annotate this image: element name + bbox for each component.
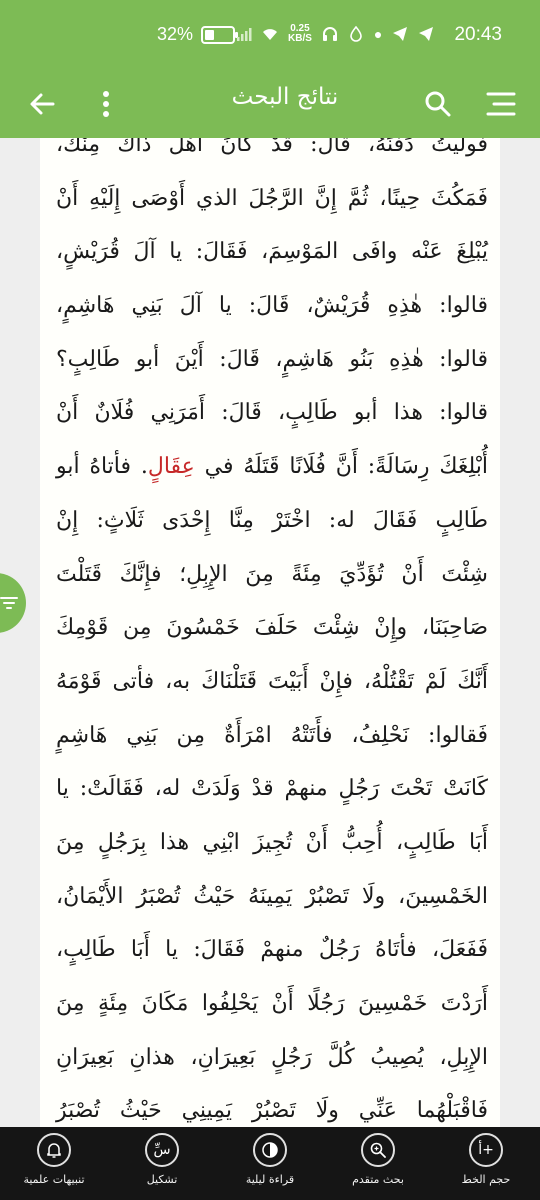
diacritics-label: تشكيل bbox=[146, 1173, 178, 1186]
advanced-search-icon bbox=[361, 1133, 395, 1167]
back-button[interactable] bbox=[20, 82, 64, 126]
search-result-text: فَوليتُ دَفْنَهُ، قَالَ: قَدْ كَانَ أَهْ… bbox=[40, 138, 500, 1128]
text-line: فَاقْبَلْهُما عَنِّي ولَا تَصْبُرْ يَمِي… bbox=[56, 1098, 488, 1124]
bottom-toolbar: تنبيهات علمية سِّ تشكيل قراءة ليلية بحث … bbox=[0, 1127, 540, 1200]
text-line: كَانَتْ تَحْتَ رَجُلٍ منهمْ قدْ وَلَدَتْ… bbox=[56, 776, 488, 802]
battery-percentage: 32% bbox=[157, 24, 194, 44]
text-line: قالوا: هٰذِهِ بَنُو هَاشِمٍ، قَالَ: أَيْ… bbox=[56, 346, 488, 372]
text-line: أُبْلِغَكَ رِسَالَةً: أَنَّ فُلَانًا قَت… bbox=[56, 440, 488, 494]
battery-status: 32% bbox=[157, 24, 239, 45]
drop-icon bbox=[350, 26, 362, 42]
network-speed: 0.25 KB/S bbox=[288, 24, 312, 44]
clock: 20:43 bbox=[454, 24, 502, 45]
font-size-button[interactable]: أ+ حجم الخط bbox=[432, 1127, 540, 1200]
filter-button[interactable] bbox=[0, 573, 26, 633]
bell-icon bbox=[37, 1133, 71, 1167]
text-line: أَبَا طَالِبٍ، أُحِبُّ أَنْ تُجِيزَ ابْن… bbox=[56, 829, 488, 855]
search-icon bbox=[425, 91, 451, 117]
signal-icon bbox=[237, 28, 252, 41]
telegram-icon bbox=[393, 27, 408, 41]
text-line: قالوا: هذا أبو طَالِبٍ، قَالَ: أَمَرَنِي… bbox=[56, 400, 488, 426]
search-button[interactable] bbox=[416, 82, 460, 126]
text-line: يُبْلِغَ عَنْه وافَى المَوْسِمَ، فَقَالَ… bbox=[56, 239, 488, 265]
text-line: أَرَدْتَ خَمْسِينَ رَجُلًا أَنْ يَحْلِفُ… bbox=[56, 991, 488, 1016]
status-bar: 32% 0.25 KB/S ● 20:43 bbox=[0, 0, 540, 70]
network-speed-unit: KB/S bbox=[288, 33, 312, 44]
menu-button[interactable] bbox=[478, 82, 522, 126]
text-segment: . فأتاهُ أبو bbox=[56, 454, 148, 480]
wifi-icon bbox=[263, 29, 277, 40]
text-line: فَمَكُثَ حِينًا، ثُمَّ إِنَّ الرَّجُلَ ا… bbox=[56, 185, 488, 211]
night-mode-button[interactable]: قراءة ليلية bbox=[216, 1127, 324, 1200]
battery-icon bbox=[201, 25, 239, 44]
text-line: فَوليتُ دَفْنَهُ، قَالَ: قَدْ كَانَ أَهْ… bbox=[56, 138, 488, 157]
page-title: نتائج البحث bbox=[231, 84, 339, 110]
advanced-search-button[interactable]: بحث متقدم bbox=[324, 1127, 432, 1200]
headphones-icon bbox=[322, 27, 337, 41]
notifications-label: تنبيهات علمية bbox=[23, 1173, 85, 1186]
text-line: فَقالوا: نَحْلِفُ، فأَتَتْهُ امْرَأَةٌ م… bbox=[56, 722, 488, 748]
text-segment: أُبْلِغَكَ رِسَالَةً: أَنَّ فُلَانًا قَت… bbox=[194, 454, 488, 480]
diacritics-button[interactable]: سِّ تشكيل bbox=[108, 1127, 216, 1200]
telegram-icon-2 bbox=[419, 27, 434, 41]
more-options-button[interactable] bbox=[84, 82, 128, 126]
text-lines: فَوليتُ دَفْنَهُ، قَالَ: قَدْ كَانَ أَهْ… bbox=[56, 138, 488, 1128]
app-bar: نتائج البحث bbox=[0, 70, 540, 138]
night-mode-label: قراءة ليلية bbox=[245, 1173, 295, 1186]
text-line: شِئْتَ أَنْ تُؤَدِّيَ مِئَةً مِنَ الإِبِ… bbox=[56, 561, 488, 587]
text-line: صَاحِبَنَا، وإِنْ شِئْتَ حَلَفَ خَمْسُون… bbox=[56, 615, 488, 641]
menu-icon bbox=[486, 92, 516, 116]
filter-icon bbox=[0, 597, 18, 609]
more-vert-icon bbox=[103, 91, 109, 117]
advanced-search-label: بحث متقدم bbox=[352, 1173, 404, 1186]
night-mode-icon bbox=[253, 1133, 287, 1167]
arrow-left-icon bbox=[30, 93, 55, 115]
font-size-label: حجم الخط bbox=[461, 1173, 511, 1186]
text-line: الخَمْسِينَ، ولَا تَصْبُرْ يَمِينَهُ حَي… bbox=[56, 883, 488, 909]
text-line: قالوا: هٰذِهِ قُرَيْشٌ، قَالَ: يا آلَ بَ… bbox=[56, 293, 488, 319]
text-line: أَنَّكَ لَمْ تَقْتُلْهُ، فإِنْ أَبَيْتَ … bbox=[56, 668, 488, 694]
text-line: فَفَعَلَ، فأتَاهُ رَجُلٌ منهمْ فَقَالَ: … bbox=[56, 937, 488, 963]
text-line: الإِبِلِ، يُصِيبُ كُلَّ رَجُلٍ بَعِيرَان… bbox=[56, 1044, 488, 1070]
search-match-highlight: عِقَالٍ bbox=[147, 454, 195, 480]
status-icons: 0.25 KB/S ● bbox=[236, 24, 434, 44]
notifications-button[interactable]: تنبيهات علمية bbox=[0, 1127, 108, 1200]
text-line: طَالِبٍ فَقَالَ له: اخْتَرْ مِنَّا إِحْد… bbox=[56, 507, 488, 533]
dot-icon: ● bbox=[373, 26, 383, 42]
diacritics-icon: سِّ bbox=[145, 1133, 179, 1167]
font-size-icon: أ+ bbox=[469, 1133, 503, 1167]
